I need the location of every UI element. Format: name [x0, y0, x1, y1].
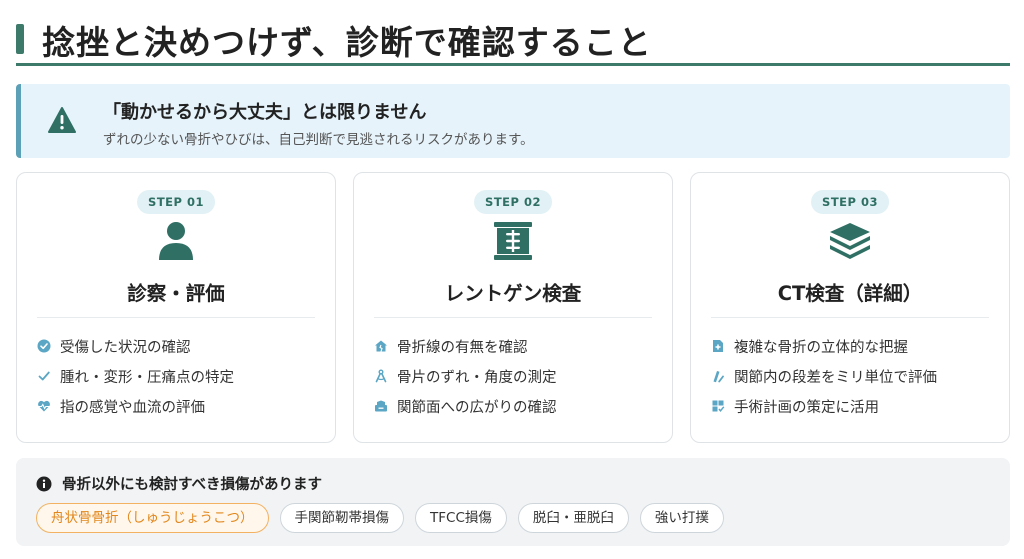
ruler-icon: [713, 371, 724, 383]
step-card-1: STEP 01 診察・評価 受傷した状況の確認 腫れ・変形・圧痛点の特定 指の感…: [16, 172, 336, 443]
item-text: 関節内の段差をミリ単位で評価: [734, 369, 937, 386]
warning-triangle-icon: [48, 107, 76, 133]
step-card-2: STEP 02 レントゲン検査 骨折線の有無を確認 骨片のずれ・角度の測定 関節…: [353, 172, 673, 443]
layers-icon: [830, 223, 870, 259]
heart-pulse-icon: [38, 400, 50, 412]
step-badge: STEP 02: [474, 190, 552, 214]
step-title: 診察・評価: [127, 282, 225, 305]
list-item: 受傷した状況の確認: [37, 331, 325, 361]
injury-tag-list: 舟状骨骨折（しゅうじょうこつ） 手関節靭帯損傷 TFCC損傷 脱臼・亜脱臼 強い…: [36, 503, 735, 533]
injury-tag-tfcc[interactable]: TFCC損傷: [415, 503, 507, 533]
bone-expand-icon: [375, 400, 387, 412]
check-icon: [38, 371, 50, 381]
info-icon: [36, 476, 52, 491]
warning-alert: 「動かせるから大丈夫」とは限りません ずれの少ない骨折やひびは、自己判断で見逃さ…: [16, 84, 1010, 158]
item-text: 受傷した状況の確認: [60, 339, 191, 356]
other-injuries-title: 骨折以外にも検討すべき損傷があります: [62, 477, 322, 493]
step-badge: STEP 01: [137, 190, 215, 214]
page-title: 捻挫と決めつけず、診断で確認すること: [42, 23, 652, 62]
page-header: 捻挫と決めつけず、診断で確認すること: [16, 10, 1010, 66]
divider: [711, 317, 989, 318]
divider: [37, 317, 315, 318]
alert-title: 「動かせるから大丈夫」とは限りません: [103, 102, 427, 123]
step-item-list: 骨折線の有無を確認 骨片のずれ・角度の測定 関節面への広がりの確認: [374, 331, 662, 421]
step-item-list: 複雑な骨折の立体的な把握 関節内の段差をミリ単位で評価 手術計画の策定に活用: [711, 331, 999, 421]
list-item: 複雑な骨折の立体的な把握: [711, 331, 999, 361]
list-item: 骨片のずれ・角度の測定: [374, 361, 662, 391]
file-medical-icon: [713, 340, 723, 352]
divider: [374, 317, 652, 318]
ruler-angle-icon: [375, 369, 387, 383]
house-crack-icon: [375, 340, 387, 352]
list-item: 指の感覚や血流の評価: [37, 391, 325, 421]
person-icon: [159, 222, 193, 260]
step-title: CT検査（詳細）: [777, 282, 923, 305]
list-item: 手術計画の策定に活用: [711, 391, 999, 421]
item-text: 骨片のずれ・角度の測定: [397, 369, 557, 386]
item-text: 関節面への広がりの確認: [397, 399, 557, 416]
item-text: 骨折線の有無を確認: [397, 339, 528, 356]
alert-description: ずれの少ない骨折やひびは、自己判断で見逃されるリスクがあります。: [103, 132, 534, 148]
injury-tag-ligament[interactable]: 手関節靭帯損傷: [279, 503, 404, 533]
injury-tag-dislocation[interactable]: 脱臼・亜脱臼: [517, 503, 629, 533]
step-title: レントゲン検査: [444, 282, 582, 305]
list-item: 腫れ・変形・圧痛点の特定: [37, 361, 325, 391]
step-badge: STEP 03: [811, 190, 889, 214]
item-text: 複雑な骨折の立体的な把握: [734, 339, 908, 356]
list-item: 関節内の段差をミリ単位で評価: [711, 361, 999, 391]
list-item: 骨折線の有無を確認: [374, 331, 662, 361]
xray-icon: [494, 222, 532, 260]
other-injuries-section: 骨折以外にも検討すべき損傷があります 舟状骨骨折（しゅうじょうこつ） 手関節靭帯…: [16, 458, 1010, 546]
header-accent-bar: [16, 24, 24, 54]
step-card-3: STEP 03 CT検査（詳細） 複雑な骨折の立体的な把握 関節内の段差をミリ単…: [690, 172, 1010, 443]
item-text: 腫れ・変形・圧痛点の特定: [60, 369, 234, 386]
check-badge-icon: [37, 339, 51, 353]
list-item: 関節面への広がりの確認: [374, 391, 662, 421]
injury-tag-contusion[interactable]: 強い打撲: [639, 503, 724, 533]
item-text: 指の感覚や血流の評価: [60, 399, 205, 416]
injury-tag-scaphoid[interactable]: 舟状骨骨折（しゅうじょうこつ）: [36, 503, 269, 533]
clipboard-plan-icon: [712, 400, 725, 412]
other-injuries-header: 骨折以外にも検討すべき損傷があります: [36, 473, 322, 494]
step-item-list: 受傷した状況の確認 腫れ・変形・圧痛点の特定 指の感覚や血流の評価: [37, 331, 325, 421]
item-text: 手術計画の策定に活用: [734, 399, 879, 416]
